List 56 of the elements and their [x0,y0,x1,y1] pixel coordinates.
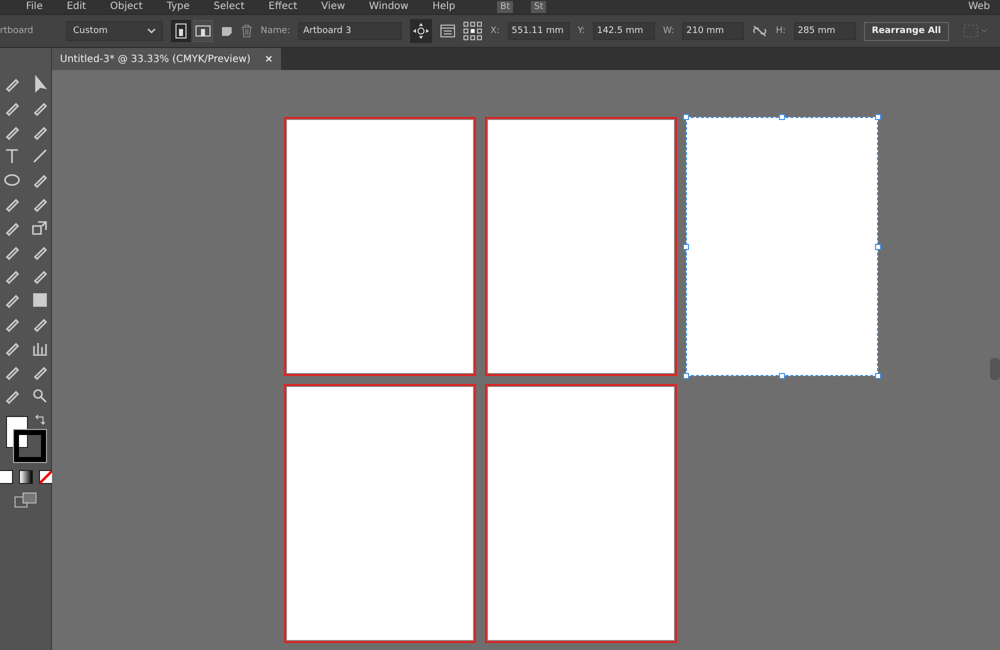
resize-handle[interactable] [875,373,881,379]
menu-item[interactable]: Window [369,0,408,14]
dimension-field[interactable]: 210 mm [682,22,744,40]
stroke-swatch[interactable] [14,430,46,462]
menu-item[interactable]: Effect [268,0,298,14]
artboard[interactable] [485,117,677,376]
menu-item[interactable]: Object [110,0,143,14]
document-tab[interactable]: Untitled-3* @ 33.33% (CMYK/Preview) × [52,48,281,70]
menu-item[interactable]: View [321,0,346,14]
resize-handle[interactable] [683,114,689,120]
artboard[interactable] [485,384,677,643]
portrait-button[interactable] [171,20,192,42]
field-label: X: [490,26,500,36]
dimension-field[interactable]: 551.11 mm [508,22,570,40]
scrollbar-thumb[interactable] [990,358,1000,380]
app-badge[interactable]: St [530,1,546,13]
app-badge[interactable]: Bt [497,1,513,13]
landscape-button[interactable] [193,20,214,42]
menu-item[interactable]: Select [214,0,245,14]
dimension-field[interactable]: 142.5 mm [592,22,655,40]
tool-label: rtboard [0,26,34,36]
artboard[interactable] [284,117,476,376]
name-field[interactable]: Artboard 3 [298,22,402,40]
dimension-field[interactable]: 285 mm [794,22,856,40]
name-label: Name: [260,26,290,36]
menu-item[interactable]: File [26,0,43,14]
close-tab-button[interactable]: × [264,54,273,64]
new-artboard-icon[interactable] [221,25,234,37]
field-label: Y: [578,26,585,36]
reference-point-icon[interactable] [463,21,482,41]
screen-mode-icon[interactable] [14,492,38,508]
resize-handle[interactable] [875,114,881,120]
scale-icon[interactable] [30,218,50,238]
menu-item[interactable]: Help [432,0,456,14]
none-mode-icon[interactable] [38,470,52,484]
resize-handle[interactable] [683,244,689,250]
swap-icon[interactable] [34,414,46,426]
menu-item[interactable]: Edit [66,0,86,14]
trash-icon[interactable] [241,24,253,38]
preset-dropdown[interactable]: Custom [66,21,164,41]
resize-handle[interactable] [683,373,689,379]
menu-item[interactable]: Type [166,0,190,14]
artboard[interactable] [284,384,476,643]
resize-handle[interactable] [779,114,785,120]
move-artwork-button[interactable] [410,19,432,43]
rearrange-all-button[interactable]: Rearrange All [864,22,949,40]
workspace-switcher[interactable]: Web [968,0,990,14]
caret-icon [147,28,156,34]
unlinked-chain-icon[interactable] [752,24,768,38]
resize-handle[interactable] [779,373,785,379]
gradient-mode-icon[interactable] [18,470,32,484]
field-label: W: [662,26,674,36]
resize-handle[interactable] [875,244,881,250]
field-label: H: [776,26,786,36]
color-mode-icon[interactable] [0,470,12,484]
artboard-options-icon[interactable] [440,24,456,38]
